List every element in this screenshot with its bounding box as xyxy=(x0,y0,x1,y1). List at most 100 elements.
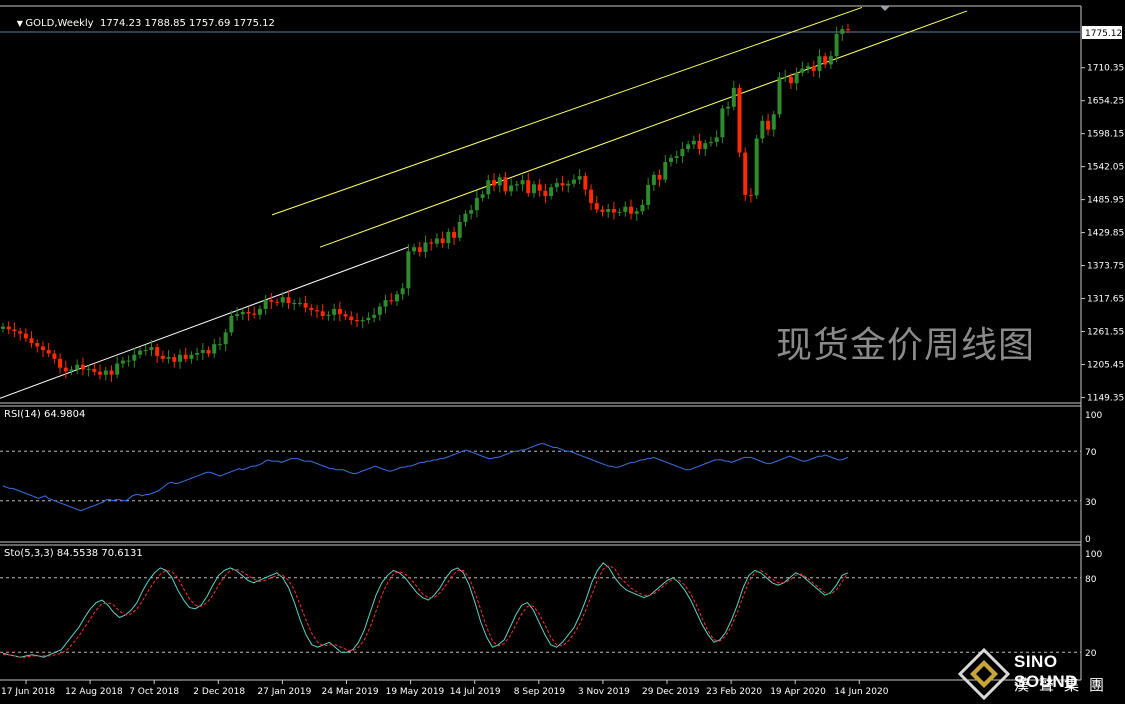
candle-body xyxy=(571,179,576,184)
candle-body xyxy=(543,190,548,197)
candle-body xyxy=(560,183,565,186)
rsi-axis-label: 30 xyxy=(1085,498,1097,508)
candle-body xyxy=(703,143,708,150)
candle-body xyxy=(200,350,205,353)
candle-body xyxy=(263,300,268,309)
x-axis-label: 14 Jul 2019 xyxy=(450,687,501,697)
candle-body xyxy=(509,185,514,192)
candle-body xyxy=(811,66,816,71)
sino-sound-logo: SINO SOUND 漢聲集團 xyxy=(958,648,1125,700)
candle-body xyxy=(691,140,696,145)
price-axis-label: 1429.85 xyxy=(1087,229,1124,239)
candle-body xyxy=(429,242,434,244)
candle-body xyxy=(223,332,228,345)
candle-body xyxy=(326,314,331,316)
candle-body xyxy=(80,364,85,370)
candle-body xyxy=(132,354,137,361)
candle-body xyxy=(474,197,479,211)
candle-body xyxy=(606,208,611,212)
candle-body xyxy=(554,183,559,188)
candle-body xyxy=(423,242,428,252)
candle-body xyxy=(457,221,462,238)
sto-axis-label: 80 xyxy=(1085,575,1097,585)
chart-header: ▼ GOLD,Weekly 1774.23 1788.85 1757.69 17… xyxy=(4,7,275,40)
sto-main-line xyxy=(2,562,849,658)
candle-body xyxy=(828,56,833,65)
candle-body xyxy=(452,231,457,238)
candle-body xyxy=(417,247,422,252)
candle-body xyxy=(149,347,154,351)
candle-body xyxy=(383,300,388,307)
candle-body xyxy=(332,308,337,315)
candle-body xyxy=(166,357,171,359)
candle-body xyxy=(440,238,445,244)
rsi-axis-label: 0 xyxy=(1085,535,1091,545)
candle-body xyxy=(514,184,519,186)
symbol-label: GOLD,Weekly xyxy=(25,18,94,29)
x-axis-label: 19 Apr 2020 xyxy=(770,687,826,697)
candle-body xyxy=(788,76,793,84)
candle-body xyxy=(611,208,616,213)
candle-body xyxy=(275,301,280,303)
candle-body xyxy=(1,326,5,329)
candle-body xyxy=(834,33,839,57)
candle-body xyxy=(23,333,28,339)
rsi-header: RSI(14) 64.9804 xyxy=(4,409,86,420)
candle-body xyxy=(663,161,668,180)
candle-body xyxy=(520,180,525,185)
candle-body xyxy=(366,317,371,321)
x-axis-label: 7 Oct 2018 xyxy=(129,687,179,697)
candle-body xyxy=(109,370,114,375)
candle-body xyxy=(806,66,811,69)
candle-body xyxy=(212,344,217,354)
candle-body xyxy=(394,294,399,302)
candle-body xyxy=(600,209,605,212)
candle-body xyxy=(280,297,285,303)
candle-body xyxy=(777,77,782,115)
candle-body xyxy=(372,314,377,318)
candle-body xyxy=(138,350,143,355)
candle-body xyxy=(446,231,451,244)
chart-window[interactable]: 1710.35 1654.25 1598.15 1542.05 1485.95 1429.… xyxy=(0,0,1125,700)
candle-body xyxy=(246,311,251,314)
candle-body xyxy=(126,360,131,362)
candle-body xyxy=(69,369,74,372)
candle-body xyxy=(760,120,765,139)
candle-body xyxy=(92,368,97,372)
candle-body xyxy=(183,354,188,359)
candle-body xyxy=(229,315,234,333)
candle-body xyxy=(531,184,536,194)
candle-body xyxy=(492,180,497,186)
candle-body xyxy=(674,156,679,158)
candle-body xyxy=(720,108,725,138)
price-axis-label: 1485.95 xyxy=(1087,196,1124,206)
current-price-label: 1775.12 xyxy=(1085,29,1122,39)
x-axis-label: 2 Dec 2018 xyxy=(193,687,245,697)
candle-body xyxy=(40,346,45,351)
x-axis-label: 3 Nov 2019 xyxy=(578,687,630,697)
rsi-axis-label: 100 xyxy=(1085,411,1102,421)
candle-body xyxy=(486,180,491,195)
candle-body xyxy=(354,320,359,322)
candle-body xyxy=(800,68,805,73)
candle-body xyxy=(657,174,662,180)
candle-body xyxy=(172,357,177,362)
candle-body xyxy=(503,177,508,192)
candle-body xyxy=(303,303,308,308)
x-axis-label: 23 Feb 2020 xyxy=(706,687,762,697)
candle-body xyxy=(634,211,639,214)
candle-body xyxy=(189,354,194,359)
candle-body xyxy=(286,297,291,304)
candle-body xyxy=(646,184,651,205)
candle-body xyxy=(309,307,314,311)
candle-body xyxy=(629,206,634,214)
candle-body xyxy=(480,194,485,198)
candle-body xyxy=(754,138,759,196)
candle-body xyxy=(737,87,742,153)
candle-body xyxy=(400,288,405,295)
candle-body xyxy=(320,311,325,316)
chart-shift-marker[interactable] xyxy=(880,6,890,11)
price-axis-label: 1710.35 xyxy=(1087,64,1124,74)
candle-body xyxy=(669,157,674,162)
x-axis-label: 8 Sep 2019 xyxy=(514,687,566,697)
